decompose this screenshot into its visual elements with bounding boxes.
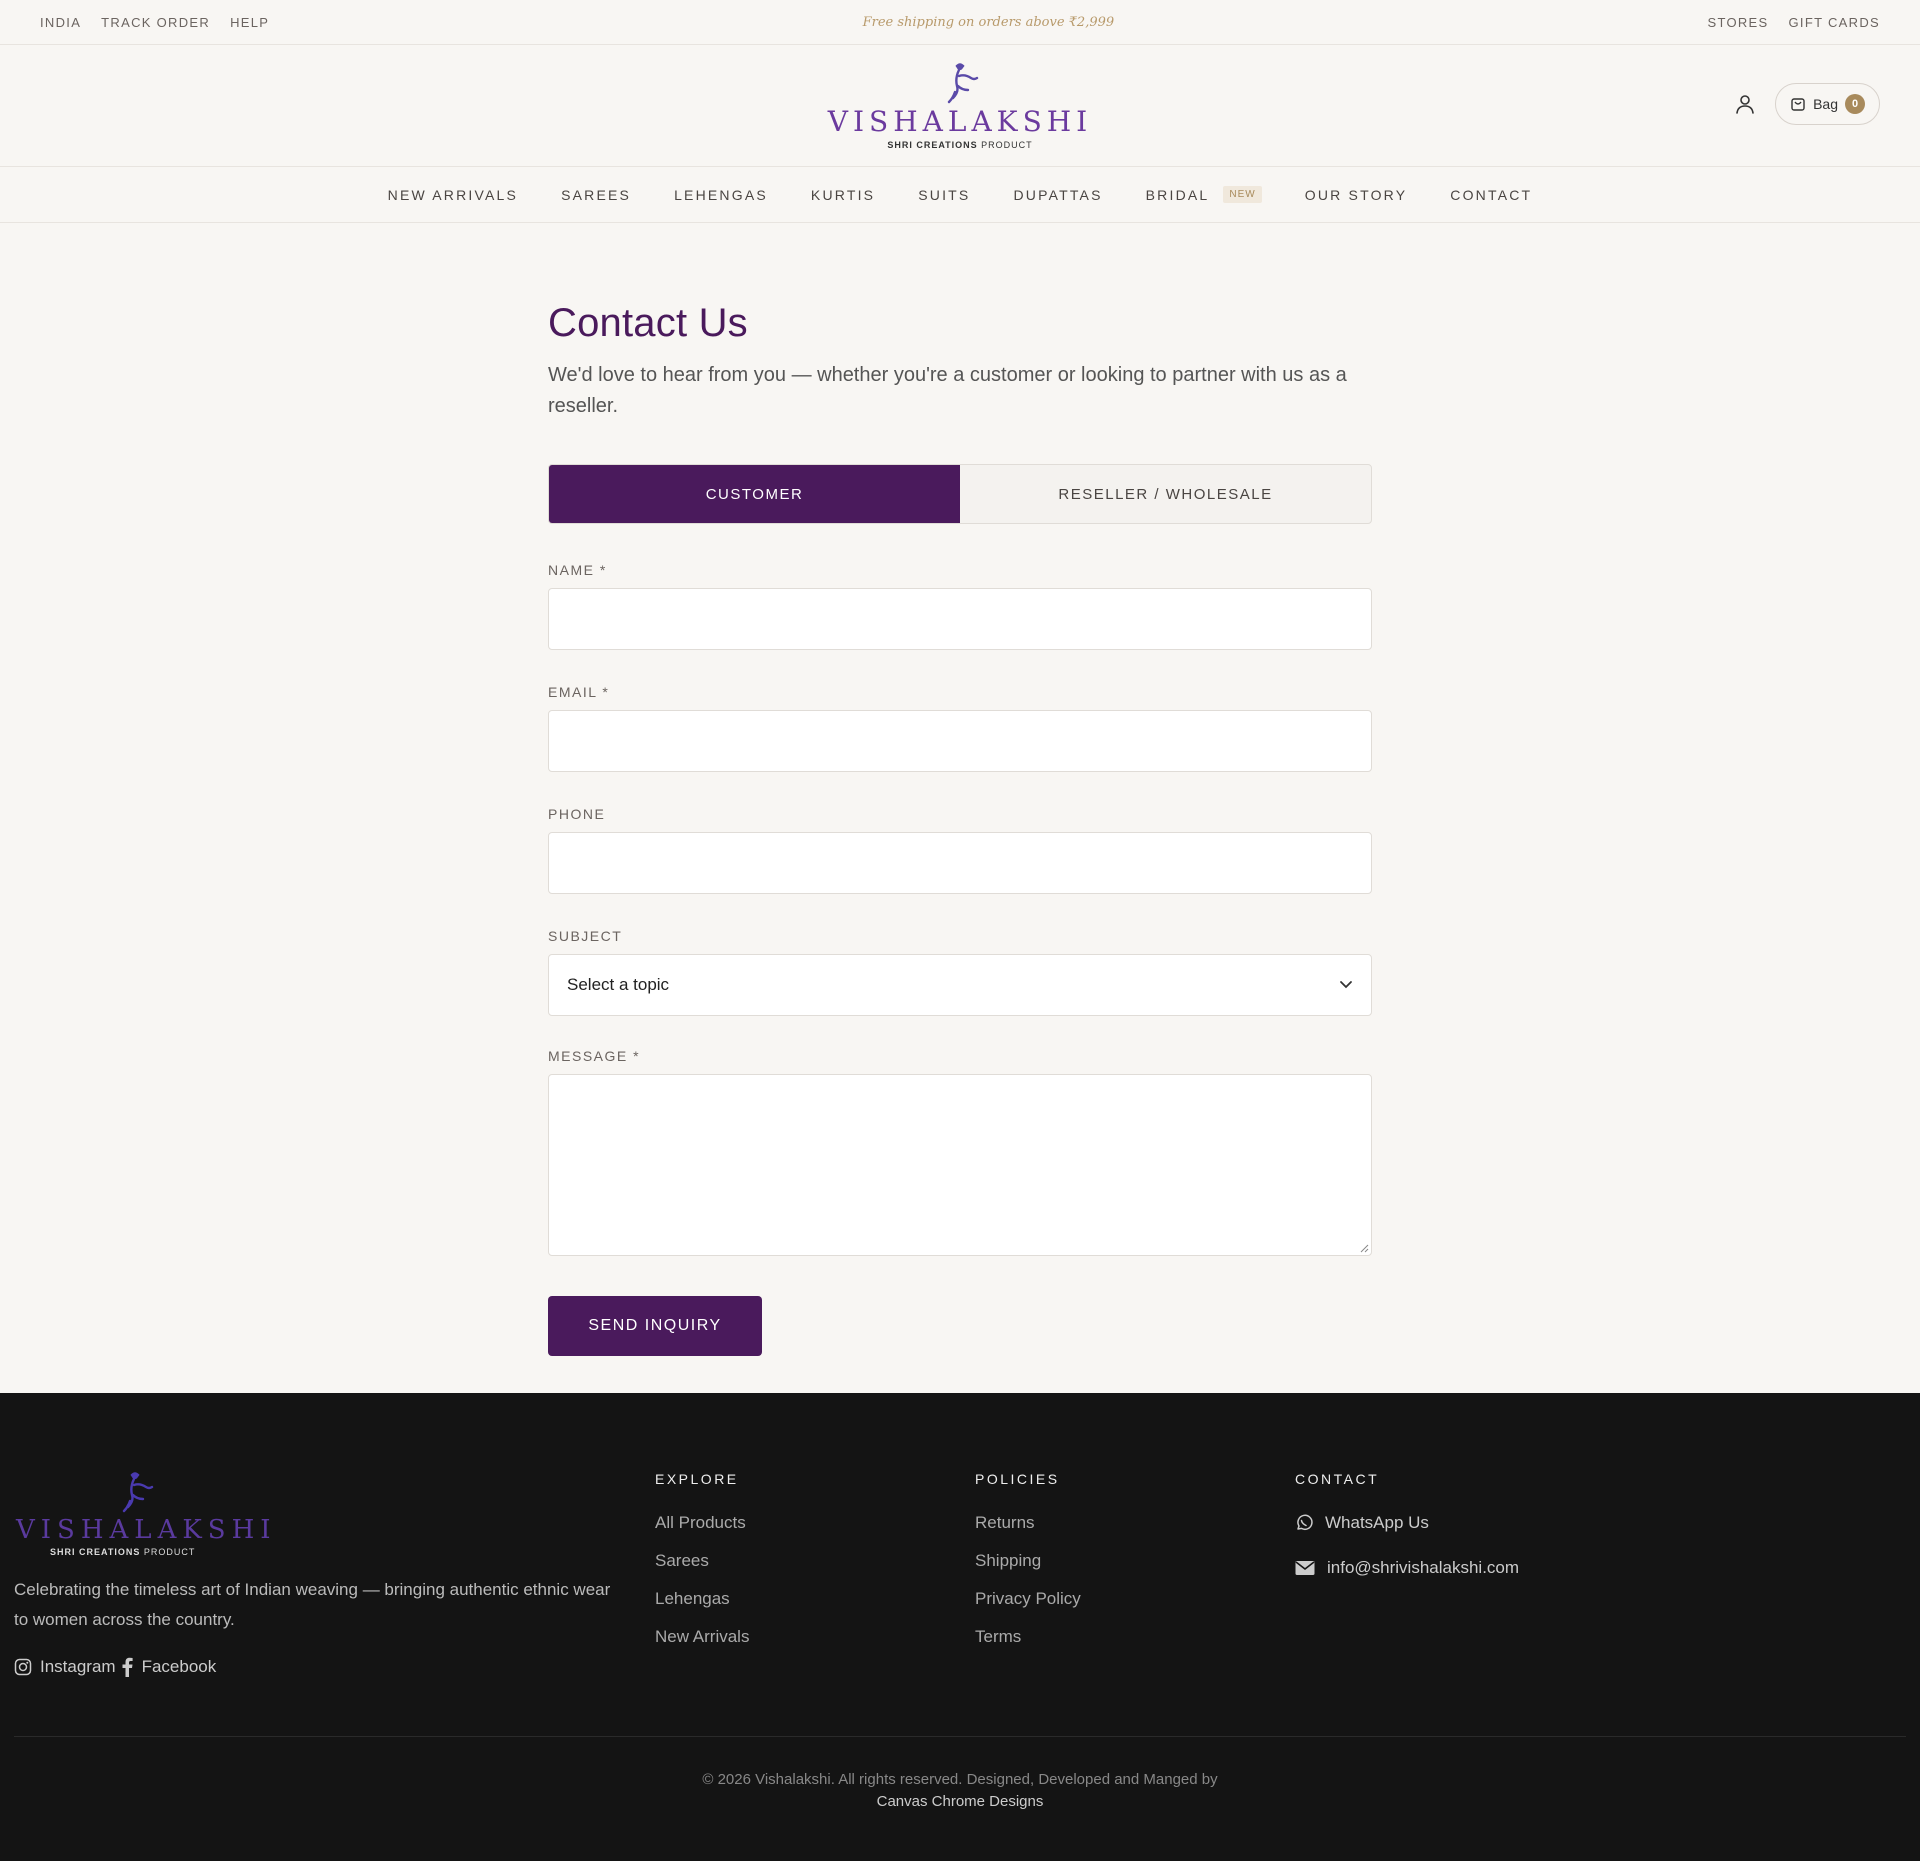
tab-reseller-wholesale[interactable]: RESELLER / WHOLESALE (960, 465, 1371, 523)
subject-select[interactable]: Select a topic (548, 954, 1372, 1016)
page-title: Contact Us (548, 301, 748, 345)
subject-select-value: Select a topic (567, 975, 670, 994)
footer-policies-column: POLICIES Returns Shipping Privacy Policy… (975, 1471, 1081, 1663)
bag-count-badge: 0 (1845, 94, 1865, 114)
resize-handle-icon[interactable] (1359, 1243, 1369, 1253)
whatsapp-icon (1297, 1514, 1313, 1530)
nav-item-bridal[interactable]: BRIDAL NEW (1146, 186, 1262, 203)
utility-right-links: STORES GIFT CARDS (1707, 15, 1880, 30)
whatsapp-link[interactable]: WhatsApp Us (1295, 1511, 1519, 1534)
footer-link-shipping[interactable]: Shipping (975, 1549, 1081, 1572)
subject-label: SUBJECT (548, 928, 623, 944)
utility-link-track-order[interactable]: TRACK ORDER (101, 15, 210, 30)
footer-brand: VISHALAKSHI SHRI CREATIONS PRODUCT Celeb… (14, 1471, 614, 1677)
footer-brand-logo[interactable]: VISHALAKSHI SHRI CREATIONS PRODUCT (14, 1471, 614, 1557)
utility-link-help[interactable]: HELP (230, 15, 269, 30)
site-footer: VISHALAKSHI SHRI CREATIONS PRODUCT Celeb… (0, 1393, 1920, 1861)
bag-button[interactable]: Bag 0 (1775, 83, 1880, 125)
instagram-link[interactable]: Instagram (14, 1657, 116, 1677)
nav-item-kurtis[interactable]: KURTIS (811, 187, 875, 203)
tab-customer[interactable]: CUSTOMER (549, 465, 960, 523)
bag-label: Bag (1813, 96, 1838, 112)
footer-social-links: Instagram Facebook (14, 1657, 614, 1677)
facebook-label: Facebook (141, 1657, 217, 1676)
nav-item-suits[interactable]: SUITS (918, 187, 970, 203)
facebook-link[interactable]: Facebook (120, 1657, 217, 1677)
utility-link-gift-cards[interactable]: GIFT CARDS (1789, 15, 1881, 30)
utility-link-stores[interactable]: STORES (1707, 15, 1768, 30)
footer-brand-subtitle: SHRI CREATIONS PRODUCT (50, 1547, 196, 1557)
nav-item-sarees[interactable]: SAREES (561, 187, 631, 203)
footer-link-privacy-policy[interactable]: Privacy Policy (975, 1587, 1081, 1610)
footer-link-sarees[interactable]: Sarees (655, 1549, 749, 1572)
site-header: VISHALAKSHI SHRI CREATIONS PRODUCT Bag 0 (0, 45, 1920, 167)
utility-link-india[interactable]: INDIA (40, 15, 81, 30)
footer-link-lehengas[interactable]: Lehengas (655, 1587, 749, 1610)
brand-logo[interactable]: VISHALAKSHI SHRI CREATIONS PRODUCT (828, 62, 1093, 150)
main-nav: NEW ARRIVALS SAREES LEHENGAS KURTIS SUIT… (0, 167, 1920, 223)
brand-subtitle: SHRI CREATIONS PRODUCT (887, 139, 1033, 150)
phone-field[interactable] (548, 832, 1372, 894)
user-account-icon[interactable] (1733, 92, 1757, 116)
main-content: Contact Us We'd love to hear from you — … (0, 223, 1920, 1393)
shopping-bag-icon (1791, 98, 1805, 111)
footer-contact-column: CONTACT WhatsApp Us info@shrivishalakshi… (1295, 1471, 1519, 1601)
dancer-logo-icon (122, 1472, 154, 1513)
contact-section: Contact Us We'd love to hear from you — … (548, 301, 1372, 1356)
whatsapp-label: WhatsApp Us (1325, 1513, 1429, 1532)
message-label: MESSAGE * (548, 1048, 641, 1064)
nav-item-our-story[interactable]: OUR STORY (1305, 187, 1408, 203)
footer-link-terms[interactable]: Terms (975, 1625, 1081, 1648)
new-badge: NEW (1223, 186, 1262, 203)
copyright-text: © 2026 Vishalakshi. All rights reserved.… (702, 1771, 1218, 1788)
facebook-icon (122, 1657, 133, 1677)
dancer-logo-icon (947, 62, 979, 103)
credit-link[interactable]: Canvas Chrome Designs (877, 1793, 1044, 1810)
utility-left-links: INDIA TRACK ORDER HELP (40, 15, 269, 30)
instagram-icon (14, 1658, 32, 1676)
footer-copyright: © 2026 Vishalakshi. All rights reserved.… (0, 1769, 1920, 1813)
chevron-down-icon (1340, 981, 1352, 989)
footer-brand-name: VISHALAKSHI (16, 1515, 277, 1545)
utility-bar: INDIA TRACK ORDER HELP Free shipping on … (0, 0, 1920, 45)
nav-item-dupattas[interactable]: DUPATTAS (1013, 187, 1102, 203)
intro-text: We'd love to hear from you — whether you… (548, 364, 1347, 417)
header-actions: Bag 0 (1733, 83, 1880, 125)
nav-item-lehengas[interactable]: LEHENGAS (674, 187, 768, 203)
footer-description: Celebrating the timeless art of Indian w… (14, 1580, 611, 1629)
footer-policies-heading: POLICIES (975, 1471, 1060, 1487)
email-label: EMAIL * (548, 684, 610, 700)
email-link[interactable]: info@shrivishalakshi.com (1295, 1556, 1519, 1579)
name-field[interactable] (548, 588, 1372, 650)
instagram-label: Instagram (40, 1657, 116, 1676)
nav-item-bridal-label: BRIDAL (1145, 186, 1210, 203)
envelope-icon (1295, 1560, 1315, 1575)
footer-link-all-products[interactable]: All Products (655, 1511, 749, 1534)
message-field[interactable] (548, 1074, 1372, 1256)
nav-item-new-arrivals[interactable]: NEW ARRIVALS (388, 187, 518, 203)
brand-name: VISHALAKSHI (827, 104, 1093, 138)
footer-link-returns[interactable]: Returns (975, 1511, 1081, 1534)
phone-label: PHONE (548, 806, 606, 822)
footer-contact-heading: CONTACT (1295, 1471, 1380, 1487)
nav-item-contact[interactable]: CONTACT (1450, 187, 1532, 203)
footer-link-new-arrivals[interactable]: New Arrivals (655, 1625, 749, 1648)
email-field[interactable] (548, 710, 1372, 772)
email-label: info@shrivishalakshi.com (1327, 1558, 1520, 1577)
footer-divider (14, 1736, 1906, 1737)
send-inquiry-button[interactable]: SEND INQUIRY (548, 1296, 762, 1356)
promo-text: Free shipping on orders above ₹2,999 (862, 14, 1115, 30)
inquiry-type-tabs: CUSTOMER RESELLER / WHOLESALE (548, 464, 1372, 524)
footer-explore-column: EXPLORE All Products Sarees Lehengas New… (655, 1471, 749, 1663)
footer-explore-heading: EXPLORE (655, 1471, 739, 1487)
name-label: NAME * (548, 562, 607, 578)
